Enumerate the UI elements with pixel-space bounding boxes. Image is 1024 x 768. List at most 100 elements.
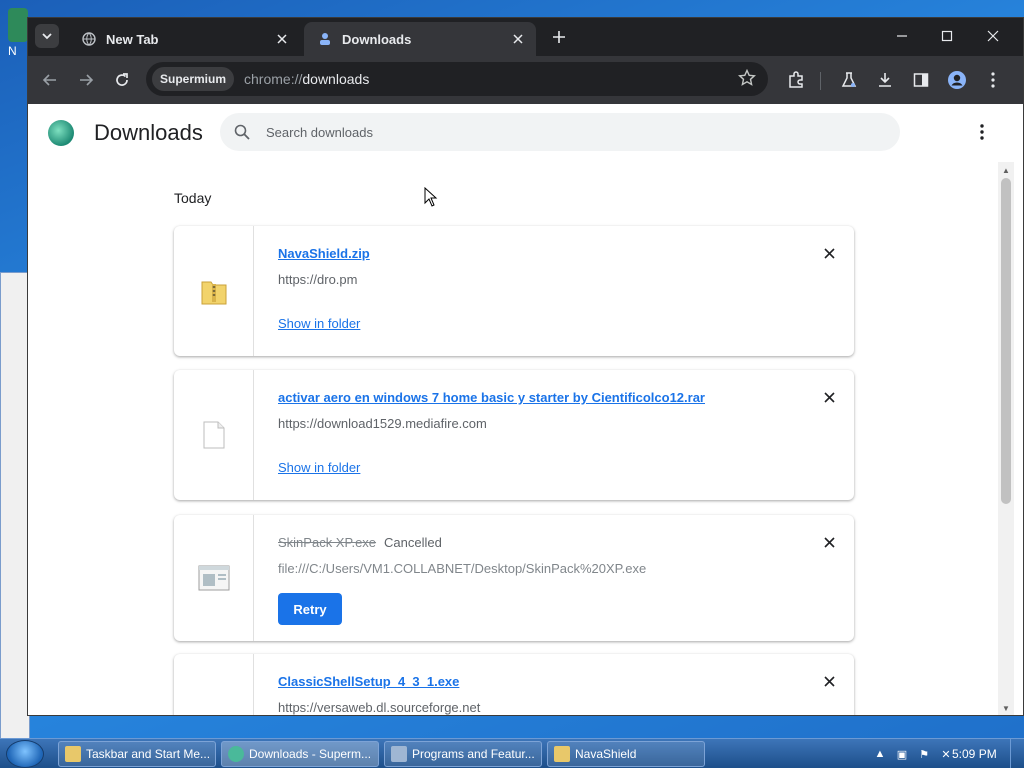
taskbar-button-label: NavaShield [575,747,637,761]
downloads-page: Downloads ▲ ▼ Today [28,104,1023,715]
download-icon [318,32,332,46]
file-icon-cell [174,226,254,356]
search-input[interactable] [266,124,826,140]
shortcut-label: N [8,44,17,58]
browser-icon [228,746,244,762]
show-in-folder-link[interactable]: Show in folder [278,316,360,331]
start-button[interactable] [6,740,44,768]
taskbar-button-label: Downloads - Superm... [249,747,372,761]
desktop-shortcut[interactable]: N [8,8,28,62]
windows-taskbar: Taskbar and Start Me... Downloads - Supe… [0,738,1024,768]
plus-icon [553,31,565,43]
minimize-icon [897,35,907,37]
new-tab-button[interactable] [548,26,570,48]
close-icon [823,675,835,687]
folder-icon [554,746,570,762]
flask-icon [841,72,857,87]
file-icon [203,421,224,449]
side-panel-icon [913,73,929,87]
close-icon [823,391,835,403]
download-filename-link[interactable]: ClassicShellSetup_4_3_1.exe [278,674,459,689]
retry-button[interactable]: Retry [278,593,342,625]
close-icon[interactable] [510,31,526,47]
scroll-up-arrow-icon[interactable]: ▲ [1002,166,1010,175]
show-in-folder-link[interactable]: Show in folder [278,460,360,475]
bookmark-star-icon[interactable] [737,68,757,92]
zip-folder-icon [201,281,226,305]
url-scheme: chrome:// [244,71,303,87]
taskbar-clock[interactable]: 5:09 PM [952,747,997,761]
tab-strip: New Tab Downloads [28,18,1023,56]
close-icon[interactable] [274,31,290,47]
back-button[interactable] [38,68,62,92]
arrow-left-icon [42,74,56,86]
minimize-button[interactable] [888,24,916,48]
remove-item-button[interactable] [820,244,838,262]
browser-chip[interactable]: Supermium [152,67,235,91]
close-icon [823,536,835,548]
maximize-button[interactable] [933,24,961,48]
mouse-cursor-icon [424,187,438,207]
remove-item-button[interactable] [820,672,838,690]
close-window-button[interactable] [979,24,1007,48]
browser-window: New Tab Downloads Supermium chrome://dow… [27,17,1024,716]
page-title: Downloads [94,120,203,145]
taskbar-button-taskbar-start-menu[interactable]: Taskbar and Start Me... [58,741,216,767]
taskbar-button-downloads[interactable]: Downloads - Superm... [221,741,379,767]
tab-title: Downloads [342,31,412,47]
more-vert-icon [991,72,995,88]
action-center-flag-icon[interactable]: ⚑ [916,746,932,762]
shortcut-icon [8,8,28,42]
toolbar-divider [820,72,821,90]
browser-menu-button[interactable] [981,68,1005,92]
scrollbar-thumb[interactable] [1001,178,1011,504]
close-icon [987,30,999,42]
arrow-right-icon [80,74,94,86]
taskbar-button-programs-features[interactable]: Programs and Featur... [384,741,542,767]
download-filename-link[interactable]: activar aero en windows 7 home basic y s… [278,390,705,405]
tab-search-button[interactable] [35,24,59,48]
taskbar-button-navashield[interactable]: NavaShield [547,741,705,767]
download-source-url: file:///C:/Users/VM1.COLLABNET/Desktop/S… [278,561,647,576]
tray-expand-icon[interactable]: ▲ [872,746,888,762]
address-bar[interactable]: Supermium chrome://downloads [146,62,768,96]
download-icon [879,73,891,87]
side-panel-button[interactable] [909,68,933,92]
download-item-cancelled: SkinPack XP.exe Cancelled file:///C:/Use… [174,515,854,641]
extensions-button[interactable] [784,68,808,92]
labs-button[interactable] [837,68,861,92]
profile-button[interactable] [945,68,969,92]
tab-downloads[interactable]: Downloads [304,22,536,56]
folder-icon [65,746,81,762]
scrollbar[interactable]: ▲ ▼ [998,162,1014,715]
page-header: Downloads [28,104,1023,162]
page-menu-button[interactable] [972,122,992,142]
download-source-url: https://download1529.mediafire.com [278,416,487,431]
remove-item-button[interactable] [820,388,838,406]
tab-title: New Tab [106,31,159,47]
network-icon[interactable]: ▣ [894,746,910,762]
puzzle-icon [789,71,803,88]
exe-window-icon [198,565,229,591]
reload-button[interactable] [110,68,134,92]
download-filename-link[interactable]: NavaShield.zip [278,246,370,261]
show-desktop-button[interactable] [1010,739,1024,768]
chevron-down-icon [42,33,52,40]
download-source-url: https://dro.pm [278,272,358,287]
close-icon [823,247,835,259]
background-window[interactable] [0,272,30,742]
scroll-down-arrow-icon[interactable]: ▼ [1002,704,1010,713]
search-icon [232,122,252,142]
downloads-button[interactable] [873,68,897,92]
more-vert-icon [980,124,984,140]
url-text[interactable]: chrome://downloads [244,71,369,87]
download-item: activar aero en windows 7 home basic y s… [174,370,854,500]
tab-new-tab[interactable]: New Tab [68,22,300,56]
download-item: ClassicShellSetup_4_3_1.exe https://vers… [174,654,854,715]
section-date-label: Today [174,190,212,206]
taskbar-button-label: Taskbar and Start Me... [86,747,211,761]
control-panel-icon [391,746,407,762]
forward-button[interactable] [74,68,98,92]
search-box[interactable] [220,113,900,151]
remove-item-button[interactable] [820,533,838,551]
